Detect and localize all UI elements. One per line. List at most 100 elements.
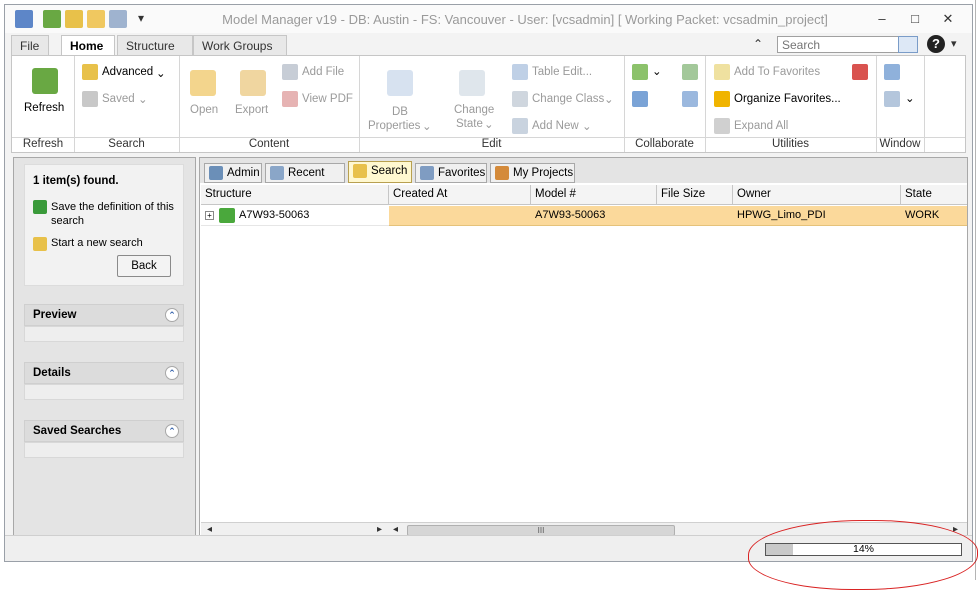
organize-favorites-button[interactable]: Organize Favorites... <box>734 93 841 105</box>
add-file-button[interactable]: Add File <box>302 66 344 78</box>
pencil-icon[interactable] <box>852 64 868 80</box>
tab-file[interactable]: File <box>11 35 49 56</box>
cell-owner[interactable]: HPWG_Limo_PDI <box>733 206 901 226</box>
add-to-favorites-icon <box>714 64 730 80</box>
app-icon <box>15 10 33 28</box>
maximize-button[interactable]: □ <box>902 9 928 29</box>
sync-icon[interactable] <box>682 64 698 80</box>
db-properties-button[interactable]: Properties <box>368 120 420 132</box>
refresh-icon[interactable] <box>32 68 58 94</box>
structure-name: A7W93-50063 <box>239 209 310 221</box>
properties-quick-icon[interactable] <box>109 10 127 28</box>
db-properties-dropdown-icon[interactable]: ⌄ <box>422 119 432 133</box>
saved-searches-section-header[interactable]: Saved Searches ⌃ <box>24 420 184 442</box>
group-label-window: Window <box>879 138 921 150</box>
organize-favorites-icon[interactable] <box>714 91 730 107</box>
details-section-header[interactable]: Details ⌃ <box>24 362 184 384</box>
my-projects-icon <box>495 166 509 180</box>
tab-admin[interactable]: Admin <box>204 163 262 183</box>
search-icon[interactable] <box>898 36 918 53</box>
tab-search[interactable]: Search <box>348 161 412 183</box>
cell-created-at[interactable] <box>389 206 531 226</box>
collapse-icon[interactable]: ⌃ <box>165 308 179 322</box>
help-dropdown-icon[interactable]: ▾ <box>951 37 957 50</box>
grid-header: Structure Created At Model # File Size O… <box>201 185 967 205</box>
app-window: ▾ Model Manager v19 - DB: Austin - FS: V… <box>4 4 973 562</box>
ribbon: Refresh Advanced ⌄ Saved ⌄ Open Export A… <box>11 55 966 153</box>
cell-model[interactable]: A7W93-50063 <box>531 206 657 226</box>
table-row[interactable]: + A7W93-50063 A7W93-50063 HPWG_Limo_PDI … <box>201 206 967 226</box>
advanced-dropdown-icon[interactable]: ⌄ <box>156 66 166 80</box>
column-header-state[interactable]: State <box>901 185 967 204</box>
tab-favorites[interactable]: Favorites <box>415 163 487 183</box>
tab-home[interactable]: Home <box>61 35 115 56</box>
collapse-icon[interactable]: ⌃ <box>165 424 179 438</box>
quick-access-dropdown[interactable]: ▾ <box>138 11 144 25</box>
preview-section-title: Preview <box>33 309 77 321</box>
window-title: Model Manager v19 - DB: Austin - FS: Van… <box>222 12 828 27</box>
tab-recent-list[interactable]: Recent List <box>265 163 345 197</box>
change-state-button[interactable]: State <box>456 118 483 130</box>
saved-dropdown-icon[interactable]: ⌄ <box>138 92 148 106</box>
refresh-button[interactable]: Refresh <box>24 102 64 114</box>
db-properties-label-1[interactable]: DB <box>392 106 408 118</box>
scroll-left-icon[interactable]: ◂ <box>207 524 212 535</box>
add-to-favorites-button[interactable]: Add To Favorites <box>734 66 820 78</box>
export-button[interactable]: Export <box>235 104 268 116</box>
table-edit-button[interactable]: Table Edit... <box>532 66 592 78</box>
scroll-right-icon[interactable]: ▸ <box>377 524 382 535</box>
expand-all-button[interactable]: Expand All <box>734 120 788 132</box>
save-search-link[interactable]: Save the definition of this search <box>51 200 179 228</box>
refresh-quick-icon[interactable] <box>43 10 61 28</box>
db-properties-icon <box>387 70 413 96</box>
search-quick-icon[interactable] <box>65 10 83 28</box>
tab-my-projects[interactable]: My Projects <box>490 163 575 183</box>
column-header-owner[interactable]: Owner <box>733 185 901 204</box>
column-header-model[interactable]: Model # <box>531 185 657 204</box>
view-pdf-button[interactable]: View PDF <box>302 93 353 105</box>
preview-section-body <box>24 326 184 342</box>
ribbon-collapse-button[interactable]: ⌃ <box>753 37 763 51</box>
expand-all-icon <box>714 118 730 134</box>
change-state-dropdown-icon[interactable]: ⌄ <box>484 117 494 131</box>
collapse-icon[interactable]: ⌃ <box>165 366 179 380</box>
column-header-file-size[interactable]: File Size <box>657 185 733 204</box>
change-class-button[interactable]: Change Class <box>532 93 604 105</box>
scroll-left-icon[interactable]: ◂ <box>393 524 398 535</box>
window-icon[interactable] <box>884 64 900 80</box>
close-button[interactable]: ✕ <box>935 9 961 29</box>
add-new-button[interactable]: Add New <box>532 120 579 132</box>
check-in-icon[interactable] <box>632 64 648 80</box>
expand-node-icon[interactable]: + <box>205 211 214 220</box>
open-icon <box>190 70 216 96</box>
check-in-dropdown-icon[interactable]: ⌄ <box>652 64 662 78</box>
tab-search-label: Search <box>371 165 408 177</box>
change-class-dropdown-icon[interactable]: ⌄ <box>604 92 614 106</box>
cell-file-size[interactable] <box>657 206 733 226</box>
mail-icon[interactable] <box>682 91 698 107</box>
saved-search-icon <box>82 91 98 107</box>
tab-work-groups[interactable]: Work Groups <box>193 35 287 56</box>
search-input[interactable] <box>777 36 902 53</box>
preview-section-header[interactable]: Preview ⌃ <box>24 304 184 326</box>
open-folder-quick-icon[interactable] <box>87 10 105 28</box>
advanced-button[interactable]: Advanced <box>102 66 153 78</box>
column-header-created-at[interactable]: Created At <box>389 185 531 204</box>
tab-structure[interactable]: Structure <box>117 35 193 56</box>
advanced-search-icon[interactable] <box>82 64 98 80</box>
change-state-label-1[interactable]: Change <box>454 104 494 116</box>
table-edit-icon <box>512 64 528 80</box>
help-icon[interactable]: ? <box>927 35 945 53</box>
new-search-link[interactable]: Start a new search <box>51 237 143 249</box>
add-new-dropdown-icon[interactable]: ⌄ <box>582 119 592 133</box>
minimize-button[interactable]: – <box>869 9 895 29</box>
cell-structure[interactable]: + A7W93-50063 <box>201 206 389 226</box>
arrange-windows-dropdown-icon[interactable]: ⌄ <box>905 91 915 105</box>
column-header-structure[interactable]: Structure <box>201 185 389 204</box>
arrange-windows-icon[interactable] <box>884 91 900 107</box>
upload-icon[interactable] <box>632 91 648 107</box>
open-button[interactable]: Open <box>190 104 218 116</box>
cell-state[interactable]: WORK <box>901 206 967 226</box>
back-button[interactable]: Back <box>117 255 171 277</box>
saved-button[interactable]: Saved <box>102 93 135 105</box>
